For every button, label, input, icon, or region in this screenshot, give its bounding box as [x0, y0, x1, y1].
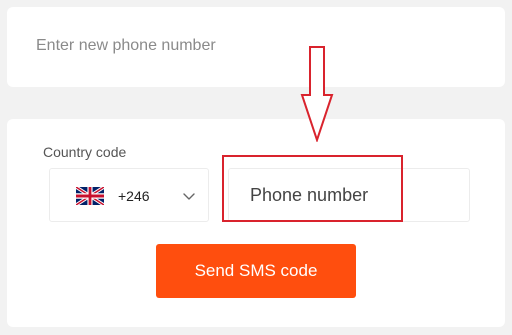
- new-phone-card[interactable]: Enter new phone number: [7, 7, 505, 87]
- uk-flag-icon: [76, 187, 104, 205]
- phone-number-input[interactable]: [229, 169, 469, 221]
- new-phone-placeholder[interactable]: Enter new phone number: [36, 36, 216, 56]
- sms-verification-card: Country code +246 Send SMS code: [7, 119, 505, 327]
- chevron-down-icon[interactable]: [182, 189, 196, 203]
- country-code-label: Country code: [43, 144, 127, 160]
- selected-dial-code: +246: [118, 188, 150, 204]
- phone-number-field[interactable]: [228, 168, 470, 222]
- send-sms-code-button[interactable]: Send SMS code: [156, 244, 356, 298]
- country-code-select[interactable]: +246: [49, 168, 209, 222]
